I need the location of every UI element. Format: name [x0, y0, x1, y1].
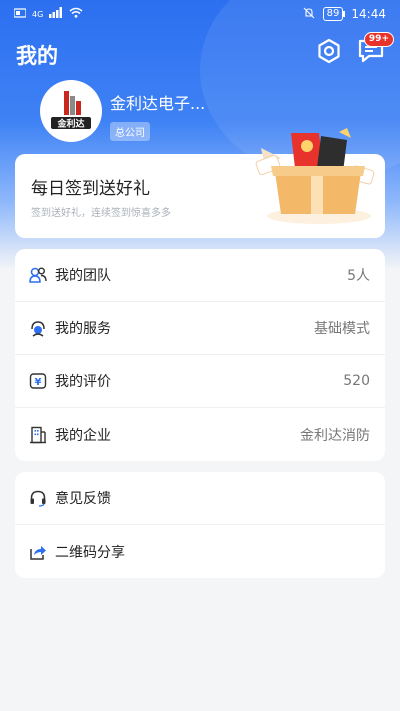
menu-item-value: 基础模式 [314, 321, 370, 337]
signin-subtitle: 签到送好礼，连续签到惊喜多多 [31, 208, 171, 219]
status-time: 14:44 [351, 7, 386, 21]
gift-box-illustration [251, 128, 381, 228]
menu-item-enterprise[interactable]: 我的企业 金利达消防 [15, 408, 385, 461]
menu-item-label: 我的团队 [55, 268, 111, 284]
signal-icon [49, 7, 63, 21]
sim-icon [13, 7, 27, 21]
gear-icon [316, 38, 342, 68]
menu-item-label: 我的评价 [55, 374, 111, 390]
menu-card-primary: 我的团队 5人 我的服务 基础模式 ¥ 我的评价 520 我的企业 金利达消防 [15, 249, 385, 461]
menu-item-label: 我的服务 [55, 321, 111, 337]
menu-card-secondary: 意见反馈 二维码分享 [15, 472, 385, 578]
status-left: 4G [13, 7, 83, 21]
profile-info: 金利达电子... 总公司 [110, 80, 205, 141]
network-label: 4G [32, 9, 44, 19]
header-actions: 99+ [314, 32, 394, 68]
service-icon [29, 319, 47, 337]
rating-icon: ¥ [29, 372, 47, 390]
headset-icon [29, 489, 47, 507]
menu-item-rating[interactable]: ¥ 我的评价 520 [15, 355, 385, 408]
menu-item-value: 520 [343, 373, 370, 389]
menu-item-value: 金利达消防 [300, 427, 370, 444]
menu-item-label: 二维码分享 [55, 544, 125, 561]
menu-item-label: 我的企业 [55, 427, 111, 444]
settings-button[interactable] [314, 38, 344, 68]
battery-indicator: 89 [322, 7, 346, 21]
menu-item-qr-share[interactable]: 二维码分享 [15, 525, 385, 578]
signin-title: 每日签到送好礼 [31, 179, 150, 199]
wifi-icon [69, 7, 83, 21]
messages-button[interactable]: 99+ [356, 32, 394, 68]
profile-section[interactable]: 金利达 金利达电子... 总公司 [40, 80, 205, 142]
status-bar: 4G 89 14:44 [0, 0, 400, 28]
team-icon [29, 266, 47, 284]
menu-item-feedback[interactable]: 意见反馈 [15, 472, 385, 525]
company-tag: 总公司 [110, 122, 150, 141]
svg-text:¥: ¥ [35, 377, 42, 388]
status-right: 89 14:44 [303, 7, 386, 22]
company-name: 金利达电子... [110, 94, 206, 113]
company-logo: 金利达 [40, 80, 102, 142]
share-icon [29, 543, 47, 561]
menu-item-team[interactable]: 我的团队 5人 [15, 249, 385, 302]
enterprise-icon [29, 426, 47, 444]
menu-item-service[interactable]: 我的服务 基础模式 [15, 302, 385, 355]
page-title: 我的 [16, 44, 58, 68]
message-count-badge: 99+ [363, 32, 394, 47]
menu-item-value: 5人 [347, 268, 370, 284]
daily-signin-card[interactable]: 每日签到送好礼 签到送好礼，连续签到惊喜多多 [15, 128, 385, 238]
svg-text:金利达: 金利达 [56, 118, 84, 130]
mute-icon [303, 7, 315, 22]
menu-item-label: 意见反馈 [55, 491, 111, 507]
